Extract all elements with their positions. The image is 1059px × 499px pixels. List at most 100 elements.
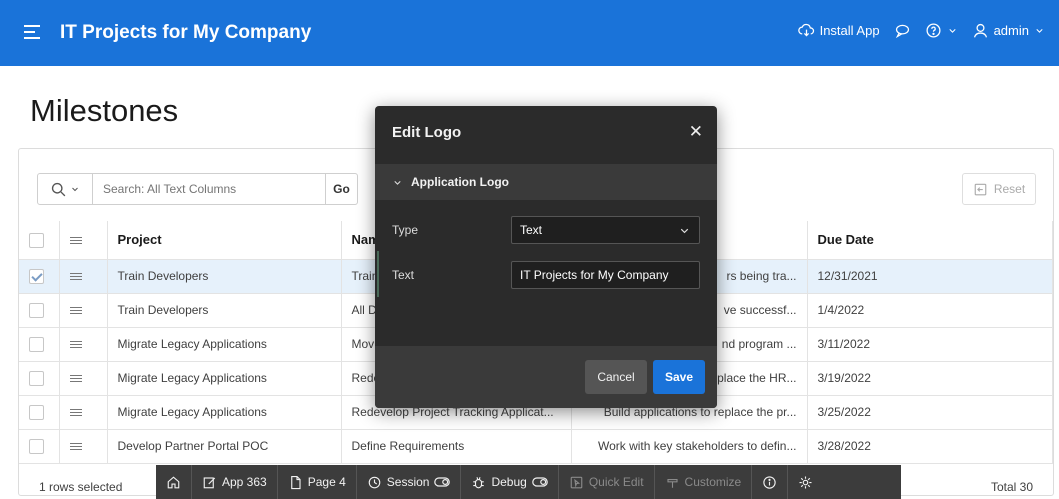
row-menu-icon[interactable] <box>69 339 82 350</box>
debug-button[interactable]: Debug <box>461 465 559 499</box>
app-button[interactable]: App 363 <box>192 465 278 499</box>
row-checkbox[interactable] <box>29 370 44 386</box>
save-button[interactable]: Save <box>653 360 705 394</box>
debug-label: Debug <box>491 475 527 489</box>
row-select-cell <box>19 429 60 464</box>
search-bar: Go <box>37 173 358 205</box>
search-input[interactable] <box>93 174 325 204</box>
application-logo-section[interactable]: Application Logo <box>375 164 717 200</box>
selection-status: 1 rows selected <box>39 480 123 494</box>
chevron-down-icon <box>948 29 956 33</box>
close-icon[interactable]: ✕ <box>689 122 703 142</box>
help-button[interactable] <box>925 22 958 39</box>
session-button[interactable]: Session <box>357 465 462 499</box>
row-checkbox[interactable] <box>29 438 44 454</box>
row-menu-icon[interactable] <box>69 407 82 418</box>
home-icon <box>167 476 180 488</box>
row-menu-icon[interactable] <box>69 271 82 282</box>
user-menu-button[interactable]: admin <box>972 22 1045 39</box>
cancel-button[interactable]: Cancel <box>585 360 647 394</box>
row-checkbox[interactable] <box>29 268 44 284</box>
search-icon <box>51 182 66 196</box>
row-checkbox[interactable] <box>29 336 44 352</box>
row-checkbox[interactable] <box>29 404 44 420</box>
project-cell: Migrate Legacy Applications <box>107 361 342 396</box>
cloud-download-icon <box>797 23 814 37</box>
app-title[interactable]: IT Projects for My Company <box>60 22 311 44</box>
due-date-cell: 3/11/2022 <box>807 327 1053 362</box>
due-date-cell: 3/19/2022 <box>807 361 1053 396</box>
install-app-button[interactable]: Install App <box>797 22 880 39</box>
user-icon <box>973 23 987 38</box>
search-column-menu[interactable] <box>38 174 93 204</box>
customize-button[interactable]: Customize <box>655 465 753 499</box>
row-checkbox[interactable] <box>29 302 44 318</box>
type-select[interactable]: Text <box>511 216 700 244</box>
text-input[interactable]: IT Projects for My Company <box>511 261 700 289</box>
due-date-cell: 12/31/2021 <box>807 259 1053 294</box>
session-icon <box>368 476 381 488</box>
info-button[interactable] <box>752 465 789 499</box>
reset-button[interactable]: Reset <box>962 173 1036 205</box>
dialog-footer: Cancel Save <box>375 346 717 408</box>
row-select-cell <box>19 361 60 396</box>
header-actions: Install App admin <box>797 22 1045 39</box>
type-value: Text <box>520 223 543 237</box>
row-select-cell <box>19 293 60 328</box>
row-menu-cell <box>59 293 108 328</box>
due-date-cell: 3/25/2022 <box>807 395 1053 430</box>
go-button[interactable]: Go <box>325 174 357 204</box>
page-button[interactable]: Page 4 <box>278 465 357 499</box>
info-icon <box>763 475 776 489</box>
reset-icon <box>974 183 987 195</box>
select-all-checkbox[interactable] <box>29 232 44 248</box>
settings-button[interactable] <box>788 465 823 499</box>
column-header-due-date[interactable]: Due Date <box>807 221 1053 260</box>
row-menu-icon[interactable] <box>69 373 82 384</box>
page-title: Milestones <box>30 93 179 128</box>
page-icon <box>290 475 301 489</box>
row-menu-cell <box>59 259 108 294</box>
toggle-icon <box>434 477 451 487</box>
project-cell: Migrate Legacy Applications <box>107 395 342 430</box>
type-row: Type Text <box>375 216 717 244</box>
description-cell: Work with key stakeholders to defin... <box>571 429 808 464</box>
row-select-cell <box>19 395 60 430</box>
text-row: Text IT Projects for My Company <box>375 251 717 297</box>
help-icon <box>926 23 941 38</box>
row-menu-cell <box>59 429 108 464</box>
text-label: Text <box>392 268 415 282</box>
chevron-down-icon <box>1036 29 1043 33</box>
home-button[interactable] <box>156 465 192 499</box>
project-cell: Develop Partner Portal POC <box>107 429 342 464</box>
project-cell: Migrate Legacy Applications <box>107 327 342 362</box>
row-menu-icon[interactable] <box>69 305 82 316</box>
total-count: Total 30 <box>990 480 1033 494</box>
table-row[interactable]: Develop Partner Portal POC Define Require… <box>19 429 1053 464</box>
bug-icon <box>473 476 485 488</box>
install-app-label: Install App <box>819 23 880 38</box>
dialog-title: Edit Logo <box>392 124 462 141</box>
chevron-down-icon <box>394 180 401 185</box>
customize-label: Customize <box>684 475 742 489</box>
column-header-project[interactable]: Project <box>107 221 342 260</box>
edit-icon <box>203 476 216 488</box>
text-value: IT Projects for My Company <box>520 268 669 282</box>
toggle-icon <box>532 477 548 487</box>
customize-icon <box>666 478 678 488</box>
row-select-cell <box>19 259 60 294</box>
due-date-cell: 1/4/2022 <box>807 293 1053 328</box>
row-menu-icon[interactable] <box>69 441 82 452</box>
quick-edit-button[interactable]: Quick Edit <box>559 465 655 499</box>
feedback-button[interactable] <box>894 22 911 39</box>
select-all-cell <box>19 221 60 260</box>
gear-icon <box>799 476 812 488</box>
due-date-cell: 3/28/2022 <box>807 429 1053 464</box>
row-menu-cell <box>59 327 108 362</box>
page-label: Page 4 <box>307 475 346 489</box>
menu-icon[interactable] <box>24 25 40 39</box>
menu-icon <box>69 235 82 246</box>
quick-edit-label: Quick Edit <box>588 475 644 489</box>
focus-indicator <box>377 251 379 297</box>
app-label: App 363 <box>222 475 267 489</box>
